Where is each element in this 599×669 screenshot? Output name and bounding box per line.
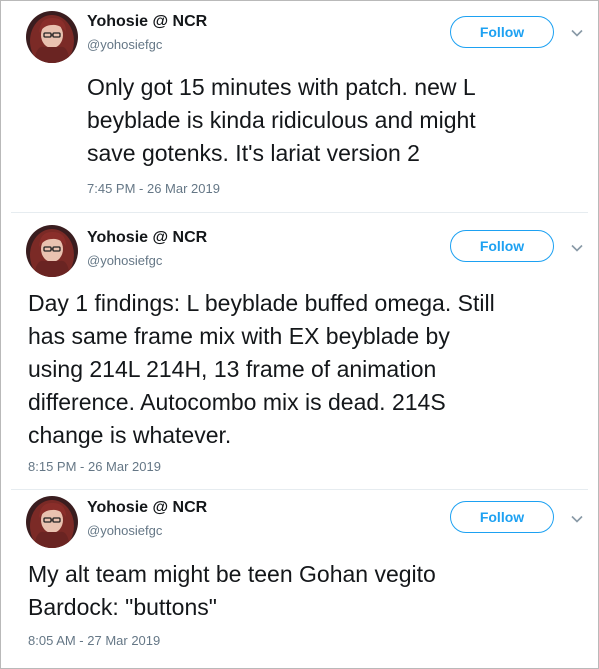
avatar[interactable] [26, 11, 78, 63]
tweet-thread: Yohosie @ NCR @yohosiefgc Follow Only go… [0, 0, 599, 669]
avatar[interactable] [26, 496, 78, 548]
tweet: Yohosie @ NCR @yohosiefgc Follow Only go… [1, 1, 598, 212]
display-name[interactable]: Yohosie @ NCR [87, 229, 207, 247]
display-name[interactable]: Yohosie @ NCR [87, 13, 207, 31]
profile-photo [26, 11, 78, 63]
tweet: Yohosie @ NCR @yohosiefgc Follow Day 1 f… [1, 213, 598, 489]
timestamp[interactable]: 8:05 AM - 27 Mar 2019 [28, 633, 160, 648]
handle[interactable]: @yohosiefgc [87, 253, 162, 268]
chevron-down-icon[interactable] [570, 26, 584, 40]
follow-button[interactable]: Follow [450, 16, 554, 48]
tweet-text: Day 1 findings: L beyblade buffed omega.… [28, 290, 495, 448]
display-name[interactable]: Yohosie @ NCR [87, 499, 207, 517]
follow-button[interactable]: Follow [450, 230, 554, 262]
tweet: Yohosie @ NCR @yohosiefgc Follow My alt … [1, 490, 598, 668]
chevron-down-icon[interactable] [570, 241, 584, 255]
handle[interactable]: @yohosiefgc [87, 37, 162, 52]
handle[interactable]: @yohosiefgc [87, 523, 162, 538]
avatar[interactable] [26, 225, 78, 277]
tweet-text: My alt team might be teen Gohan vegito B… [28, 561, 436, 620]
profile-photo [26, 496, 78, 548]
follow-button[interactable]: Follow [450, 501, 554, 533]
profile-photo [26, 225, 78, 277]
timestamp[interactable]: 8:15 PM - 26 Mar 2019 [28, 459, 161, 474]
chevron-down-icon[interactable] [570, 512, 584, 526]
timestamp[interactable]: 7:45 PM - 26 Mar 2019 [87, 181, 220, 196]
tweet-text: Only got 15 minutes with patch. new L be… [87, 74, 476, 166]
